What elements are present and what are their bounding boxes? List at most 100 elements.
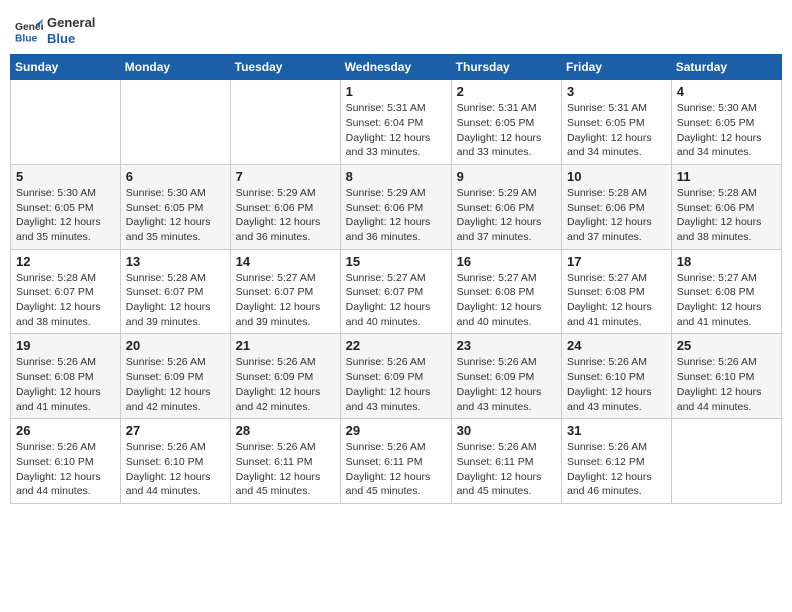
- day-info: Sunrise: 5:31 AM Sunset: 6:04 PM Dayligh…: [346, 101, 446, 160]
- calendar-cell: 19Sunrise: 5:26 AM Sunset: 6:08 PM Dayli…: [11, 334, 121, 419]
- day-number: 24: [567, 338, 666, 353]
- week-row-1: 1 Sunrise: 5:31 AM Sunset: 6:04 PM Daylig…: [11, 80, 782, 165]
- day-header-wednesday: Wednesday: [340, 55, 451, 80]
- day-number: 9: [457, 169, 556, 184]
- day-number: 2: [457, 84, 556, 99]
- day-number: 20: [126, 338, 225, 353]
- day-number: 17: [567, 254, 666, 269]
- calendar-cell: 28 Sunrise: 5:26 AM Sunset: 6:11 PM Dayli…: [230, 419, 340, 504]
- day-header-sunday: Sunday: [11, 55, 121, 80]
- day-number: 27: [126, 423, 225, 438]
- calendar-cell: 15Sunrise: 5:27 AM Sunset: 6:07 PM Dayli…: [340, 249, 451, 334]
- day-info: Sunrise: 5:27 AM Sunset: 6:08 PM Dayligh…: [677, 271, 776, 330]
- calendar-cell: 10 Sunrise: 5:28 AM Sunset: 6:06 PM Dayli…: [562, 164, 672, 249]
- day-number: 12: [16, 254, 115, 269]
- calendar-cell: 30 Sunrise: 5:26 AM Sunset: 6:11 PM Dayli…: [451, 419, 561, 504]
- calendar-cell: 23 Sunrise: 5:26 AM Sunset: 6:09 PM Dayli…: [451, 334, 561, 419]
- svg-text:Blue: Blue: [15, 33, 38, 44]
- day-number: 25: [677, 338, 776, 353]
- day-info: Sunrise: 5:27 AM Sunset: 6:08 PM Dayligh…: [457, 271, 556, 330]
- day-header-thursday: Thursday: [451, 55, 561, 80]
- calendar-cell: 17 Sunrise: 5:27 AM Sunset: 6:08 PM Dayli…: [562, 249, 672, 334]
- calendar-cell: 4Sunrise: 5:30 AM Sunset: 6:05 PM Daylig…: [671, 80, 781, 165]
- day-info: Sunrise: 5:29 AM Sunset: 6:06 PM Dayligh…: [457, 186, 556, 245]
- day-number: 6: [126, 169, 225, 184]
- day-number: 30: [457, 423, 556, 438]
- calendar-cell: 18 Sunrise: 5:27 AM Sunset: 6:08 PM Dayli…: [671, 249, 781, 334]
- day-number: 5: [16, 169, 115, 184]
- day-info: Sunrise: 5:27 AM Sunset: 6:07 PM Dayligh…: [236, 271, 335, 330]
- week-row-4: 19Sunrise: 5:26 AM Sunset: 6:08 PM Dayli…: [11, 334, 782, 419]
- day-number: 29: [346, 423, 446, 438]
- calendar-cell: 3 Sunrise: 5:31 AM Sunset: 6:05 PM Daylig…: [562, 80, 672, 165]
- calendar-cell: 7 Sunrise: 5:29 AM Sunset: 6:06 PM Daylig…: [230, 164, 340, 249]
- day-number: 3: [567, 84, 666, 99]
- day-number: 28: [236, 423, 335, 438]
- calendar-cell: [11, 80, 121, 165]
- day-info: Sunrise: 5:27 AM Sunset: 6:08 PM Dayligh…: [567, 271, 666, 330]
- day-number: 7: [236, 169, 335, 184]
- calendar-cell: 12 Sunrise: 5:28 AM Sunset: 6:07 PM Dayli…: [11, 249, 121, 334]
- day-info: Sunrise: 5:28 AM Sunset: 6:07 PM Dayligh…: [16, 271, 115, 330]
- day-header-tuesday: Tuesday: [230, 55, 340, 80]
- calendar-cell: 1 Sunrise: 5:31 AM Sunset: 6:04 PM Daylig…: [340, 80, 451, 165]
- day-info: Sunrise: 5:28 AM Sunset: 6:07 PM Dayligh…: [126, 271, 225, 330]
- day-info: Sunrise: 5:28 AM Sunset: 6:06 PM Dayligh…: [567, 186, 666, 245]
- day-info: Sunrise: 5:28 AM Sunset: 6:06 PM Dayligh…: [677, 186, 776, 245]
- logo: General Blue General Blue: [15, 15, 95, 46]
- calendar-cell: 31 Sunrise: 5:26 AM Sunset: 6:12 PM Dayli…: [562, 419, 672, 504]
- week-row-3: 12 Sunrise: 5:28 AM Sunset: 6:07 PM Dayli…: [11, 249, 782, 334]
- day-info: Sunrise: 5:31 AM Sunset: 6:05 PM Dayligh…: [457, 101, 556, 160]
- day-info: Sunrise: 5:26 AM Sunset: 6:10 PM Dayligh…: [126, 440, 225, 499]
- page-header: General Blue General Blue: [10, 10, 782, 46]
- day-number: 26: [16, 423, 115, 438]
- logo-icon: General Blue: [15, 17, 43, 45]
- day-header-friday: Friday: [562, 55, 672, 80]
- day-number: 23: [457, 338, 556, 353]
- day-info: Sunrise: 5:26 AM Sunset: 6:10 PM Dayligh…: [16, 440, 115, 499]
- calendar-cell: [230, 80, 340, 165]
- calendar-cell: 25Sunrise: 5:26 AM Sunset: 6:10 PM Dayli…: [671, 334, 781, 419]
- day-info: Sunrise: 5:29 AM Sunset: 6:06 PM Dayligh…: [236, 186, 335, 245]
- calendar-cell: 26 Sunrise: 5:26 AM Sunset: 6:10 PM Dayli…: [11, 419, 121, 504]
- day-number: 1: [346, 84, 446, 99]
- day-number: 14: [236, 254, 335, 269]
- day-info: Sunrise: 5:26 AM Sunset: 6:10 PM Dayligh…: [567, 355, 666, 414]
- day-info: Sunrise: 5:30 AM Sunset: 6:05 PM Dayligh…: [126, 186, 225, 245]
- day-info: Sunrise: 5:26 AM Sunset: 6:09 PM Dayligh…: [236, 355, 335, 414]
- calendar-cell: 14 Sunrise: 5:27 AM Sunset: 6:07 PM Dayli…: [230, 249, 340, 334]
- day-info: Sunrise: 5:30 AM Sunset: 6:05 PM Dayligh…: [16, 186, 115, 245]
- day-number: 22: [346, 338, 446, 353]
- day-info: Sunrise: 5:29 AM Sunset: 6:06 PM Dayligh…: [346, 186, 446, 245]
- calendar-cell: 24 Sunrise: 5:26 AM Sunset: 6:10 PM Dayli…: [562, 334, 672, 419]
- day-info: Sunrise: 5:26 AM Sunset: 6:11 PM Dayligh…: [457, 440, 556, 499]
- day-info: Sunrise: 5:31 AM Sunset: 6:05 PM Dayligh…: [567, 101, 666, 160]
- calendar-cell: 20 Sunrise: 5:26 AM Sunset: 6:09 PM Dayli…: [120, 334, 230, 419]
- day-info: Sunrise: 5:30 AM Sunset: 6:05 PM Dayligh…: [677, 101, 776, 160]
- week-row-2: 5 Sunrise: 5:30 AM Sunset: 6:05 PM Daylig…: [11, 164, 782, 249]
- calendar-cell: 13Sunrise: 5:28 AM Sunset: 6:07 PM Dayli…: [120, 249, 230, 334]
- day-number: 21: [236, 338, 335, 353]
- day-info: Sunrise: 5:26 AM Sunset: 6:09 PM Dayligh…: [126, 355, 225, 414]
- calendar-cell: 11Sunrise: 5:28 AM Sunset: 6:06 PM Dayli…: [671, 164, 781, 249]
- calendar-cell: 5 Sunrise: 5:30 AM Sunset: 6:05 PM Daylig…: [11, 164, 121, 249]
- calendar-cell: 21 Sunrise: 5:26 AM Sunset: 6:09 PM Dayli…: [230, 334, 340, 419]
- calendar-cell: [120, 80, 230, 165]
- calendar-cell: 8 Sunrise: 5:29 AM Sunset: 6:06 PM Daylig…: [340, 164, 451, 249]
- calendar-table: SundayMondayTuesdayWednesdayThursdayFrid…: [10, 54, 782, 504]
- day-number: 8: [346, 169, 446, 184]
- day-info: Sunrise: 5:26 AM Sunset: 6:12 PM Dayligh…: [567, 440, 666, 499]
- week-row-5: 26 Sunrise: 5:26 AM Sunset: 6:10 PM Dayli…: [11, 419, 782, 504]
- day-info: Sunrise: 5:26 AM Sunset: 6:09 PM Dayligh…: [457, 355, 556, 414]
- day-info: Sunrise: 5:26 AM Sunset: 6:09 PM Dayligh…: [346, 355, 446, 414]
- day-number: 19: [16, 338, 115, 353]
- calendar-cell: 27 Sunrise: 5:26 AM Sunset: 6:10 PM Dayli…: [120, 419, 230, 504]
- calendar-cell: 9 Sunrise: 5:29 AM Sunset: 6:06 PM Daylig…: [451, 164, 561, 249]
- day-number: 10: [567, 169, 666, 184]
- day-info: Sunrise: 5:26 AM Sunset: 6:11 PM Dayligh…: [236, 440, 335, 499]
- day-number: 18: [677, 254, 776, 269]
- calendar-cell: 22 Sunrise: 5:26 AM Sunset: 6:09 PM Dayli…: [340, 334, 451, 419]
- day-number: 31: [567, 423, 666, 438]
- day-number: 16: [457, 254, 556, 269]
- day-header-monday: Monday: [120, 55, 230, 80]
